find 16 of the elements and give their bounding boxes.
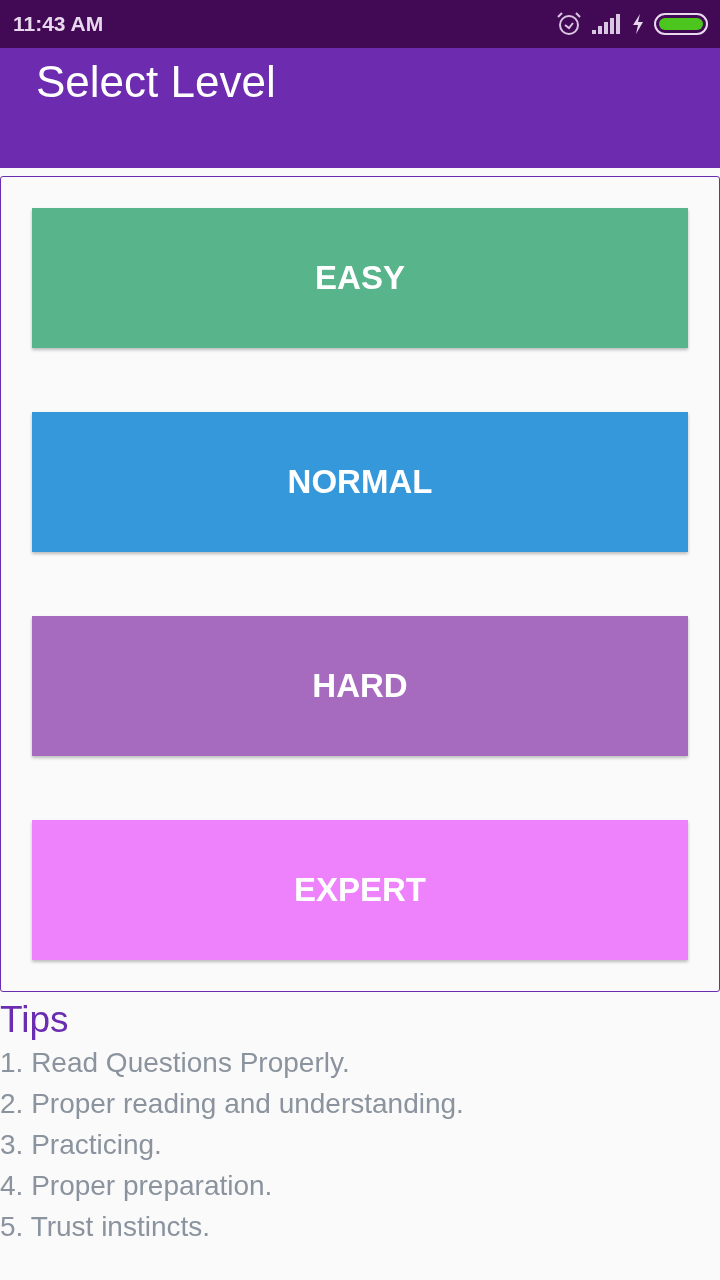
screen-title: Select Level [36,56,276,108]
level-button[interactable]: HARD [32,616,688,756]
tip-text: 5. Trust instincts. [0,1210,211,1244]
lightning-bolt-icon [632,14,644,34]
tip-text: 1. Read Questions Properly. [0,1046,350,1080]
alarm-clock-icon [556,11,582,37]
level-button[interactable]: EASY [32,208,688,348]
level-button[interactable]: NORMAL [32,412,688,552]
tip-text: 3. Practicing. [0,1128,162,1162]
tip-text: 2. Proper reading and understanding. [0,1087,464,1121]
tip-text: 4. Proper preparation. [0,1169,273,1203]
status-time: 11:43 AM [13,12,104,36]
tips-heading: Tips [0,998,69,1042]
signal-icon [592,14,622,34]
battery-icon [654,13,708,35]
level-button[interactable]: EXPERT [32,820,688,960]
